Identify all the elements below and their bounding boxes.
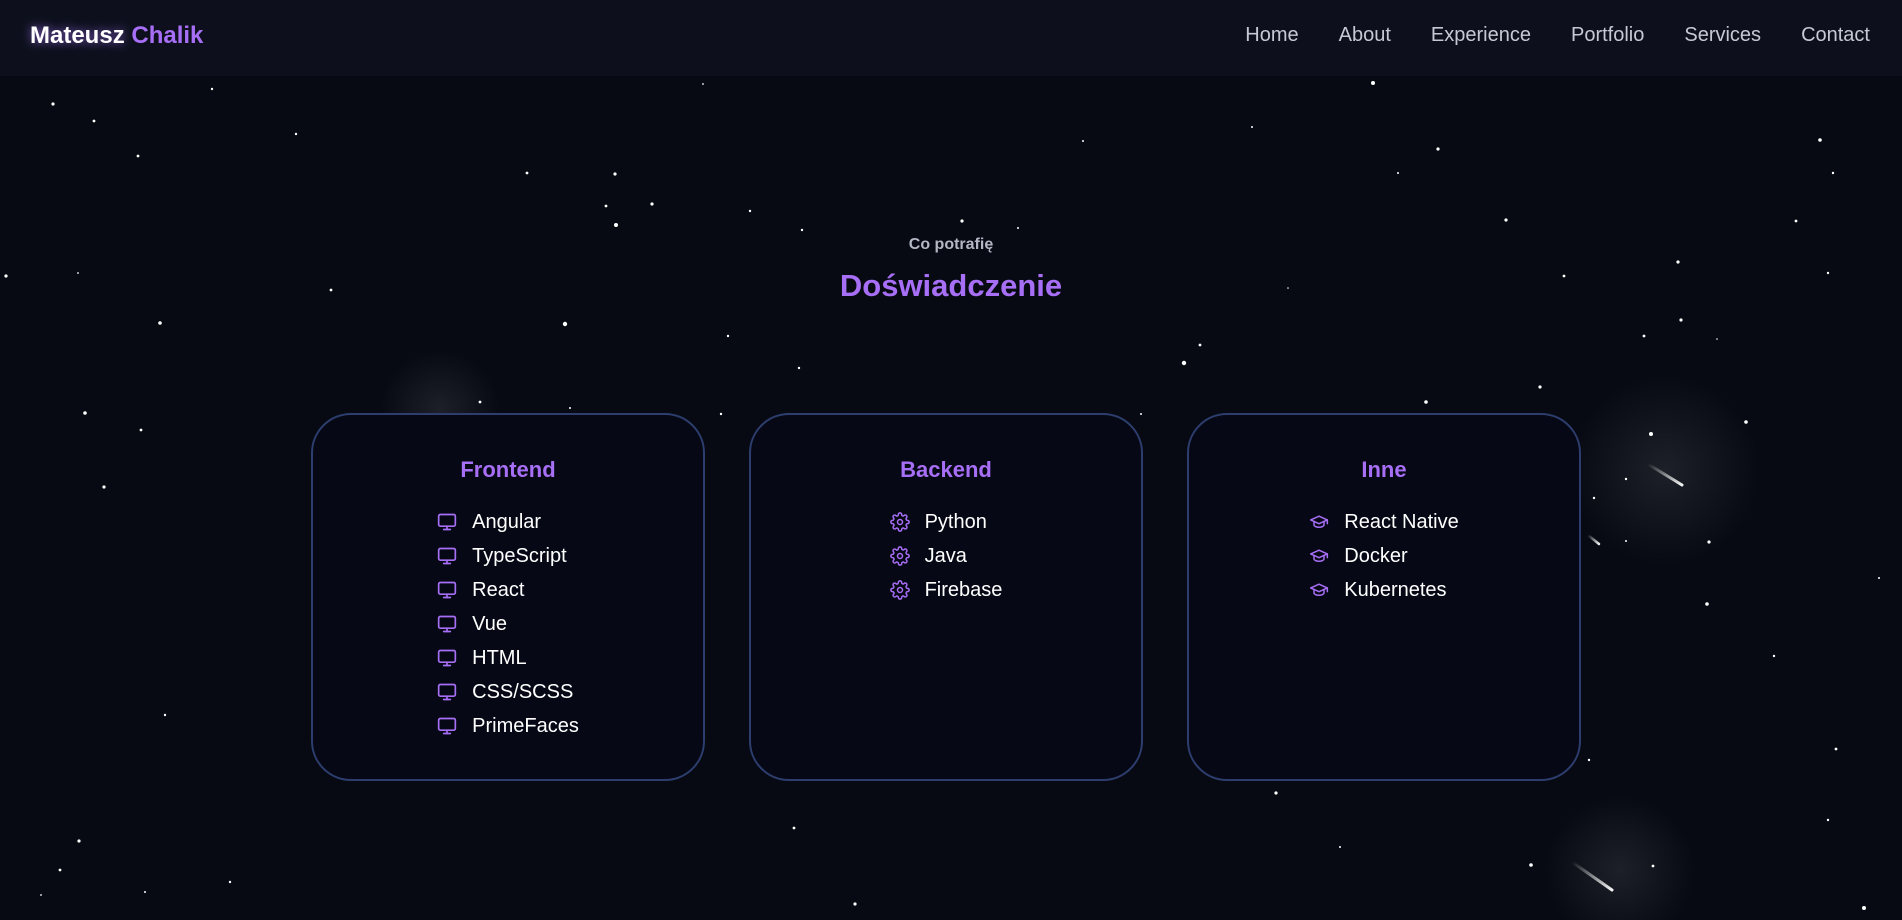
skill-label: Angular xyxy=(472,510,542,533)
skill-label: Java xyxy=(924,544,967,567)
brand-logo[interactable]: Mateusz Chalik xyxy=(30,22,203,50)
skill-label: PrimeFaces xyxy=(472,714,579,737)
gear-icon xyxy=(889,546,910,566)
skill-label: Python xyxy=(924,510,987,533)
skill-item: Angular xyxy=(437,505,579,539)
skill-item: Docker xyxy=(1309,539,1459,573)
graduation-cap-icon xyxy=(1310,583,1329,596)
graduation-cap-icon xyxy=(1310,515,1329,528)
card-frontend: Frontend Angular TypeScript React Vue HT… xyxy=(311,413,705,781)
skill-label: TypeScript xyxy=(472,544,567,567)
skill-list: React Native Docker Kubernetes xyxy=(1309,505,1459,607)
brand-first-name: Mateusz xyxy=(30,22,125,49)
skill-label: CSS/SCSS xyxy=(472,680,574,703)
card-title: Inne xyxy=(1361,457,1407,482)
skill-list: Angular TypeScript React Vue HTML CSS/SC… xyxy=(437,505,579,743)
skill-item: HTML xyxy=(437,641,579,675)
card-title: Backend xyxy=(900,457,992,482)
section-eyebrow: Co potrafię xyxy=(908,236,994,253)
gear-icon xyxy=(889,512,910,532)
card-backend: Backend Python Java Firebase xyxy=(749,413,1143,781)
monitor-icon xyxy=(437,513,457,531)
section-header: Co potrafię Doświadczenie xyxy=(0,236,1902,304)
skill-item: Java xyxy=(889,539,1003,573)
nav-link-experience[interactable]: Experience xyxy=(1431,24,1531,47)
main-nav: Home About Experience Portfolio Services… xyxy=(1245,0,1902,70)
monitor-icon xyxy=(437,547,457,565)
nav-link-about[interactable]: About xyxy=(1339,24,1391,47)
skill-label: React Native xyxy=(1344,510,1459,533)
nav-link-contact[interactable]: Contact xyxy=(1801,24,1870,47)
brand-last-name: Chalik xyxy=(131,22,204,49)
skill-item: React Native xyxy=(1309,505,1459,539)
skill-item: Kubernetes xyxy=(1309,573,1459,607)
nav-link-portfolio[interactable]: Portfolio xyxy=(1571,24,1644,47)
card-inne: Inne React Native Docker Kubernetes xyxy=(1187,413,1581,781)
skill-label: React xyxy=(472,578,525,601)
skill-list: Python Java Firebase xyxy=(889,505,1003,607)
skill-label: Kubernetes xyxy=(1344,578,1447,601)
graduation-cap-icon xyxy=(1310,549,1329,562)
monitor-icon xyxy=(437,717,457,735)
skill-label: Docker xyxy=(1344,544,1408,567)
skill-item: CSS/SCSS xyxy=(437,675,579,709)
skill-item: React xyxy=(437,573,579,607)
monitor-icon xyxy=(437,649,457,667)
gear-icon xyxy=(889,580,910,600)
section-title: Doświadczenie xyxy=(839,268,1063,303)
monitor-icon xyxy=(437,581,457,599)
skill-item: Vue xyxy=(437,607,579,641)
skill-item: PrimeFaces xyxy=(437,709,579,743)
skill-item: Firebase xyxy=(889,573,1003,607)
monitor-icon xyxy=(437,683,457,701)
skill-item: Python xyxy=(889,505,1003,539)
nav-link-services[interactable]: Services xyxy=(1684,24,1761,47)
skill-label: Firebase xyxy=(924,578,1003,601)
card-title: Frontend xyxy=(460,457,556,482)
skills-cards: Frontend Angular TypeScript React Vue HT… xyxy=(311,413,1581,781)
top-navbar: Mateusz Chalik Home About Experience Por… xyxy=(0,0,1902,76)
nav-link-home[interactable]: Home xyxy=(1245,24,1298,47)
skill-label: Vue xyxy=(472,612,507,635)
skill-label: HTML xyxy=(472,646,527,669)
skill-item: TypeScript xyxy=(437,539,579,573)
monitor-icon xyxy=(437,615,457,633)
